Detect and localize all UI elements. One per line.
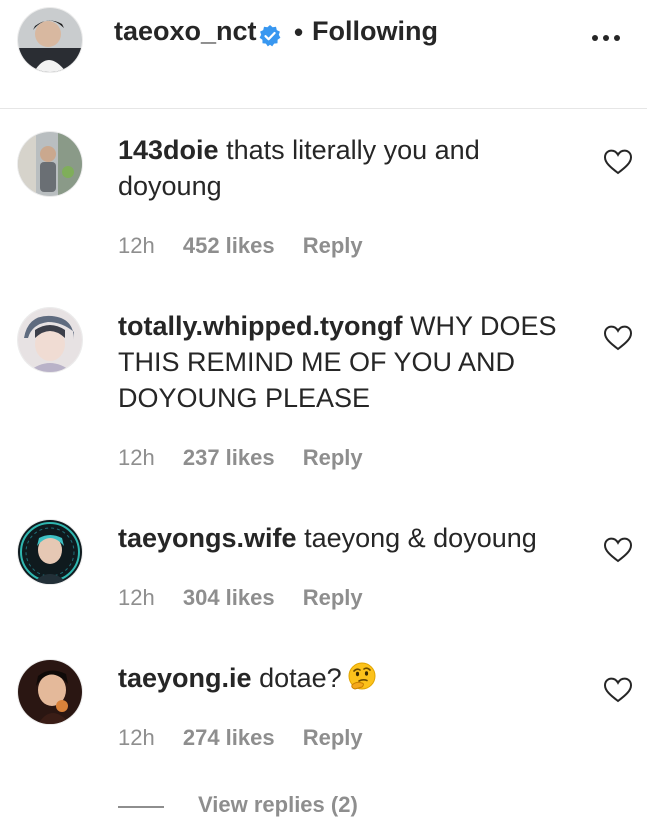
view-replies-button[interactable]: View replies (2) <box>198 792 358 818</box>
commenter-avatar[interactable] <box>18 132 82 196</box>
comment-text: taeyong.ie dotae? <box>118 660 578 696</box>
comment-likes[interactable]: 304 likes <box>183 585 275 610</box>
commenter-avatar[interactable] <box>18 520 82 584</box>
comment-text: 143doie thats literally you and doyoung <box>118 132 578 204</box>
comment-body: taeyong & doyoung <box>304 523 537 553</box>
thinking-face-emoji <box>348 662 376 690</box>
separator-dot: • <box>294 17 304 47</box>
reply-button[interactable]: Reply <box>303 585 363 610</box>
comment-time: 12h <box>118 233 155 258</box>
comment-meta: 12h 304 likes Reply <box>118 585 385 611</box>
commenter-avatar[interactable] <box>18 660 82 724</box>
header-divider <box>0 108 647 109</box>
more-options-icon[interactable] <box>588 26 624 50</box>
heart-icon[interactable] <box>603 536 633 564</box>
commenter-avatar[interactable] <box>18 308 82 372</box>
comment-username[interactable]: totally.whipped.tyongf <box>118 311 402 341</box>
comment-meta: 12h 237 likes Reply <box>118 445 385 471</box>
comment-body: dotae? <box>259 663 342 693</box>
comment-likes[interactable]: 274 likes <box>183 725 275 750</box>
reply-button[interactable]: Reply <box>303 233 363 258</box>
comment-username[interactable]: taeyong.ie <box>118 663 252 693</box>
post-header: taeoxo_nct • Following <box>0 0 647 108</box>
comment-time: 12h <box>118 445 155 470</box>
comment-meta: 12h 452 likes Reply <box>118 233 385 259</box>
reply-button[interactable]: Reply <box>303 725 363 750</box>
comment-username[interactable]: 143doie <box>118 135 219 165</box>
reply-button[interactable]: Reply <box>303 445 363 470</box>
view-replies-line <box>118 806 164 808</box>
heart-icon[interactable] <box>603 676 633 704</box>
heart-icon[interactable] <box>603 148 633 176</box>
verified-badge-icon <box>259 25 281 47</box>
comment-meta: 12h 274 likes Reply <box>118 725 385 751</box>
comment-likes[interactable]: 452 likes <box>183 233 275 258</box>
comment-text: totally.whipped.tyongf WHY DOES THIS REM… <box>118 308 578 416</box>
comment-time: 12h <box>118 725 155 750</box>
following-button[interactable]: Following <box>312 16 438 47</box>
author-username[interactable]: taeoxo_nct <box>114 16 257 47</box>
heart-icon[interactable] <box>603 324 633 352</box>
author-avatar[interactable] <box>18 8 82 72</box>
comment-time: 12h <box>118 585 155 610</box>
comment-text: taeyongs.wife taeyong & doyoung <box>118 520 578 556</box>
comment-likes[interactable]: 237 likes <box>183 445 275 470</box>
comment-username[interactable]: taeyongs.wife <box>118 523 297 553</box>
